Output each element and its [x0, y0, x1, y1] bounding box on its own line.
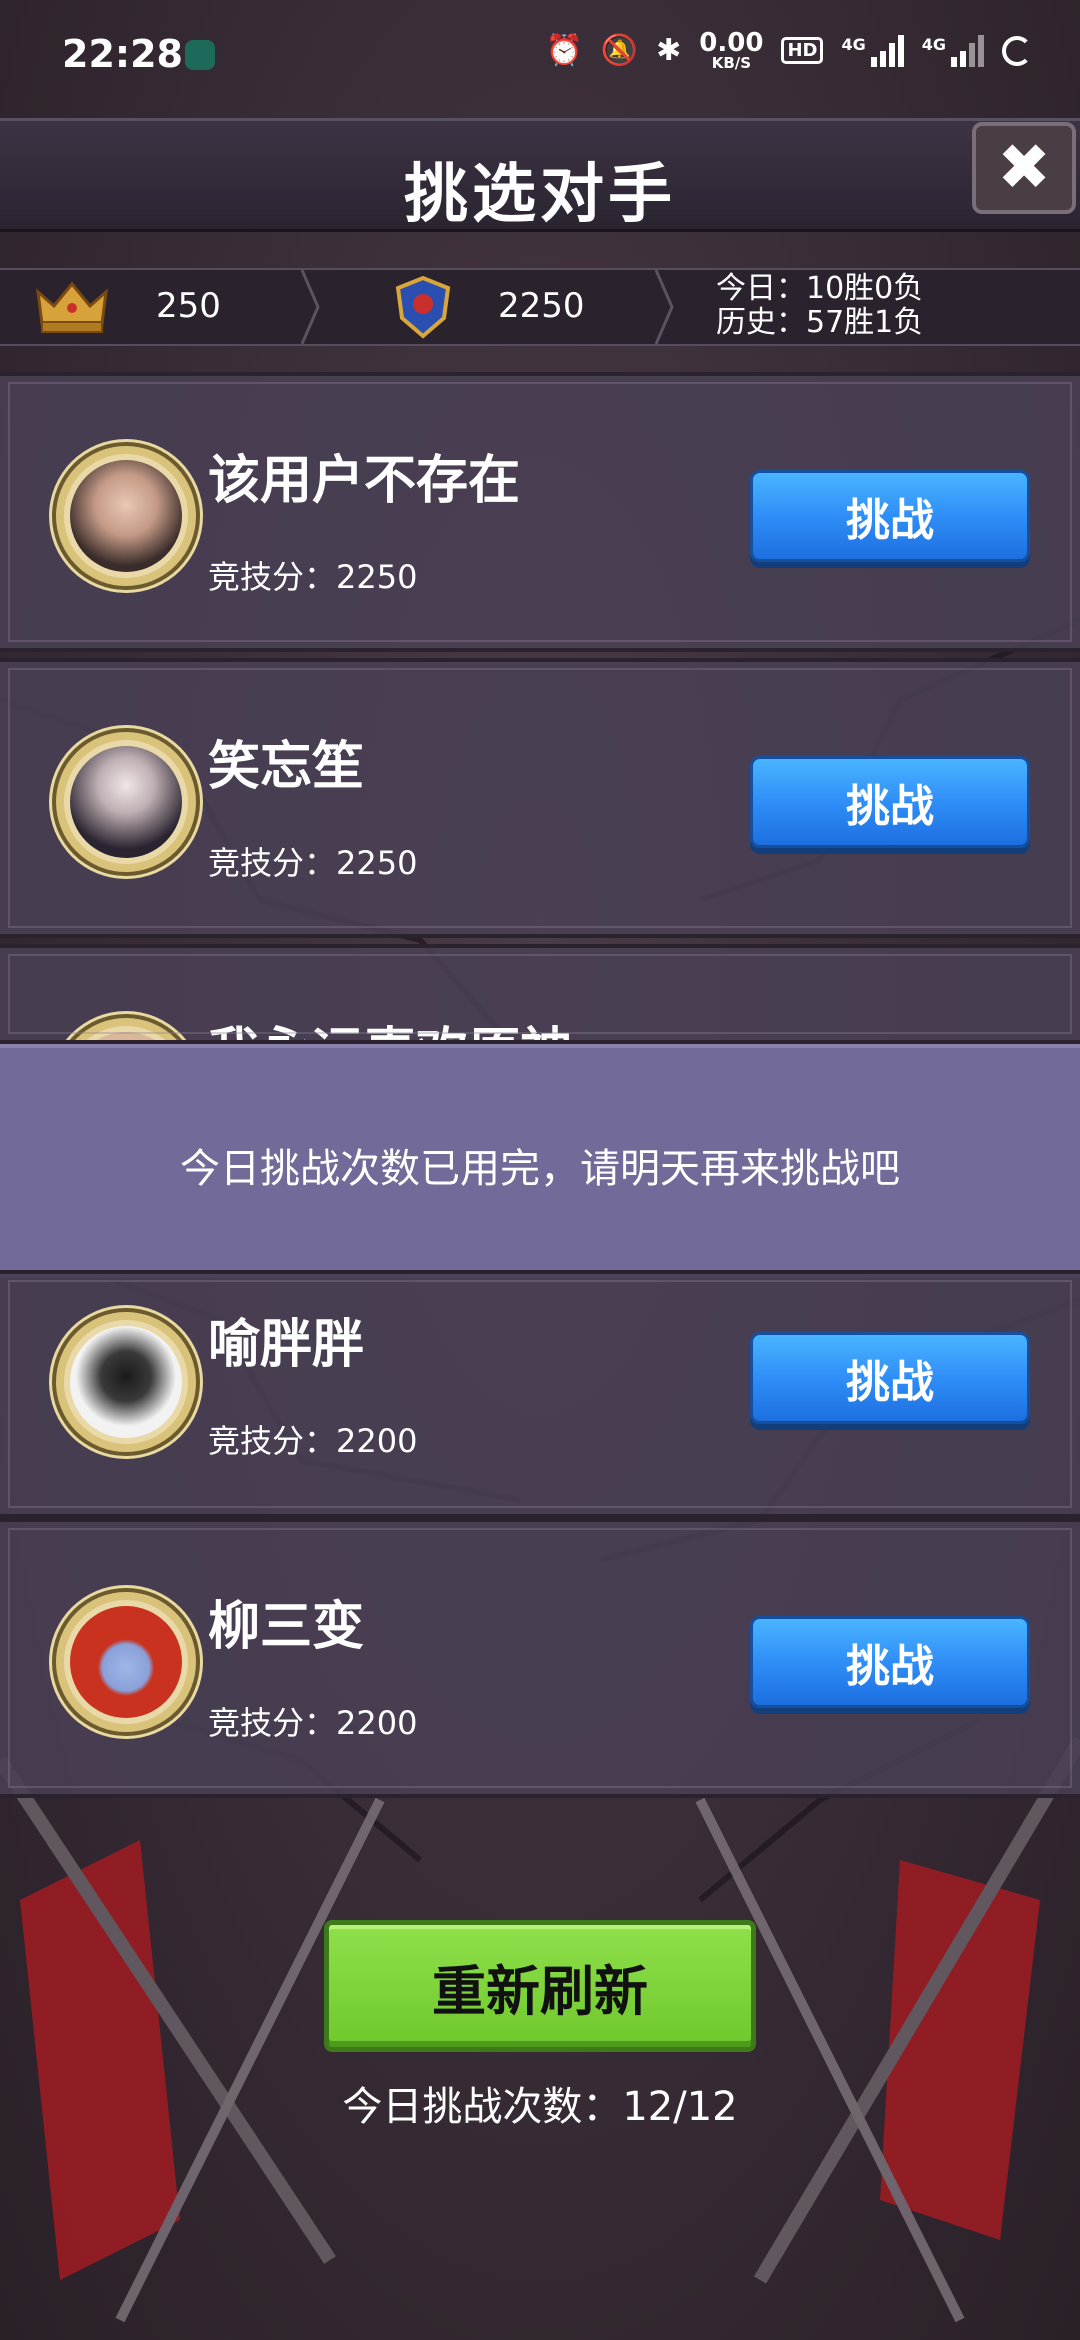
opponent-name: 我永远喜欢原神 [208, 1010, 572, 1040]
opponent-score: 竞技分：2200 [208, 1422, 418, 1460]
win-record: 今日：10胜0负 历史：57胜1负 [716, 272, 923, 340]
opponent-name: 笑忘笙 [208, 737, 365, 797]
net-speed: 0.00 KB/S [699, 30, 763, 71]
challenge-button[interactable]: 挑战 [750, 1332, 1030, 1424]
system-status-bar: 22:28 ⏰ 🔕 ✱ 0.00 KB/S HD 4G 4G [0, 0, 1080, 110]
alarm-icon: ⏰ [545, 33, 583, 68]
signal-icon: 4G [921, 34, 984, 67]
divider [300, 270, 320, 344]
divider [654, 270, 674, 344]
avatar [56, 1592, 196, 1732]
bluetooth-icon: ✱ [656, 33, 682, 68]
avatar [56, 1312, 196, 1452]
toast-message: 今日挑战次数已用完，请明天再来挑战吧 [0, 1044, 1080, 1278]
opponent-card: 我永远喜欢原神 [0, 944, 1080, 1044]
page-title: 挑选对手 [404, 158, 676, 232]
refresh-button[interactable]: 重新刷新 [324, 1920, 756, 2052]
net-speed-unit: KB/S [711, 54, 752, 72]
app-notification-icon [185, 40, 215, 70]
challenge-button[interactable]: 挑战 [750, 756, 1030, 848]
crown-icon [36, 281, 108, 333]
signal-label: 4G [921, 34, 946, 54]
rank-score: 2250 [498, 286, 585, 326]
hd-badge: HD [781, 37, 824, 64]
opponent-card: 笑忘笙 竞技分：2250 挑战 [0, 658, 1080, 938]
avatar [56, 732, 196, 872]
signal-icon: 4G [841, 34, 904, 67]
signal-label: 4G [841, 34, 866, 54]
loading-icon [1002, 35, 1032, 66]
status-icons: ⏰ 🔕 ✱ 0.00 KB/S HD 4G 4G [545, 30, 1032, 71]
history-record: 历史：57胜1负 [716, 305, 924, 340]
crown-value: 250 [156, 286, 221, 326]
daily-challenge-count: 今日挑战次数：12/12 [342, 2084, 738, 2130]
challenge-button[interactable]: 挑战 [750, 470, 1030, 562]
avatar [56, 446, 196, 586]
opponent-score: 竞技分：2250 [208, 558, 418, 596]
toast-text: 今日挑战次数已用完，请明天再来挑战吧 [180, 1146, 900, 1192]
close-button[interactable]: ✖ [972, 122, 1076, 214]
opponent-card: 柳三变 竞技分：2200 挑战 [0, 1518, 1080, 1798]
opponent-name: 该用户不存在 [208, 451, 521, 511]
rank-emblem-icon [395, 275, 451, 339]
mute-icon: 🔕 [600, 33, 639, 68]
challenge-button[interactable]: 挑战 [750, 1616, 1030, 1708]
opponent-score: 竞技分：2200 [208, 1704, 418, 1742]
opponent-card: 喻胖胖 竞技分：2200 挑战 [0, 1270, 1080, 1518]
opponent-name: 柳三变 [208, 1597, 365, 1657]
opponent-score: 竞技分：2250 [208, 844, 418, 882]
status-time: 22:28 [62, 32, 183, 76]
today-record: 今日：10胜0负 [716, 271, 924, 306]
opponent-name: 喻胖胖 [208, 1315, 365, 1375]
opponent-card: 该用户不存在 竞技分：2250 挑战 [0, 372, 1080, 652]
avatar [56, 1018, 196, 1040]
close-icon: ✖ [997, 131, 1051, 205]
title-bar: 挑选对手 [0, 118, 1080, 232]
player-stats-bar: 250 2250 今日：10胜0负 历史：57胜1负 [0, 268, 1080, 346]
net-speed-value: 0.00 [699, 28, 764, 58]
